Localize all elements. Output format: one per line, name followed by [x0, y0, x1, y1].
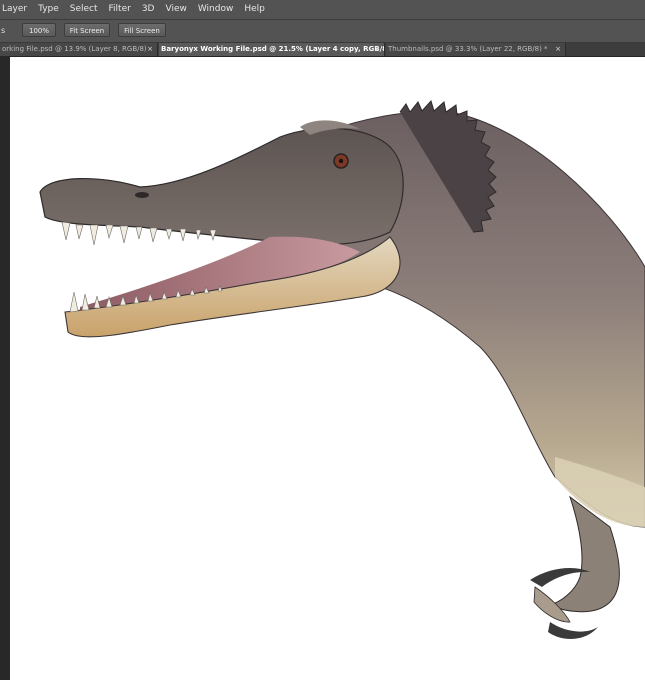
menu-layer[interactable]: Layer: [0, 0, 32, 19]
menu-bar: Layer Type Select Filter 3D View Window …: [0, 0, 645, 20]
tab-close-icon[interactable]: ×: [374, 43, 380, 56]
tab-label: orking File.psd @ 13.9% (Layer 8, RGB/8): [2, 45, 147, 53]
document-tab-baryonyx[interactable]: Baryonyx Working File.psd @ 21.5% (Layer…: [159, 43, 385, 56]
nostril: [135, 192, 149, 198]
menu-3d[interactable]: 3D: [136, 0, 160, 19]
menu-type[interactable]: Type: [32, 0, 64, 19]
menu-window[interactable]: Window: [192, 0, 239, 19]
workspace-area: [0, 57, 645, 680]
menu-help[interactable]: Help: [238, 0, 270, 19]
document-tab-thumbnails[interactable]: Thumbnails.psd @ 33.3% (Layer 22, RGB/8)…: [386, 43, 566, 56]
document-tab-bar: orking File.psd @ 13.9% (Layer 8, RGB/8)…: [0, 43, 645, 57]
options-label-fragment: s: [1, 26, 6, 35]
options-bar: s 100% Fit Screen Fill Screen: [0, 20, 645, 43]
menu-filter[interactable]: Filter: [103, 0, 136, 19]
zoom-100-button[interactable]: 100%: [22, 23, 56, 37]
tab-close-icon[interactable]: ×: [555, 43, 561, 56]
menu-select[interactable]: Select: [64, 0, 103, 19]
document-tab-working-file[interactable]: orking File.psd @ 13.9% (Layer 8, RGB/8)…: [0, 43, 158, 56]
tab-close-icon[interactable]: ×: [147, 43, 153, 56]
fit-screen-button[interactable]: Fit Screen: [64, 23, 110, 37]
fill-screen-button[interactable]: Fill Screen: [118, 23, 166, 37]
document-canvas[interactable]: [10, 57, 645, 680]
claw-lower: [548, 622, 598, 639]
tab-label: Baryonyx Working File.psd @ 21.5% (Layer…: [161, 45, 385, 53]
menu-view[interactable]: View: [159, 0, 191, 19]
dinosaur-illustration: [39, 100, 645, 639]
tab-label: Thumbnails.psd @ 33.3% (Layer 22, RGB/8)…: [388, 45, 548, 53]
